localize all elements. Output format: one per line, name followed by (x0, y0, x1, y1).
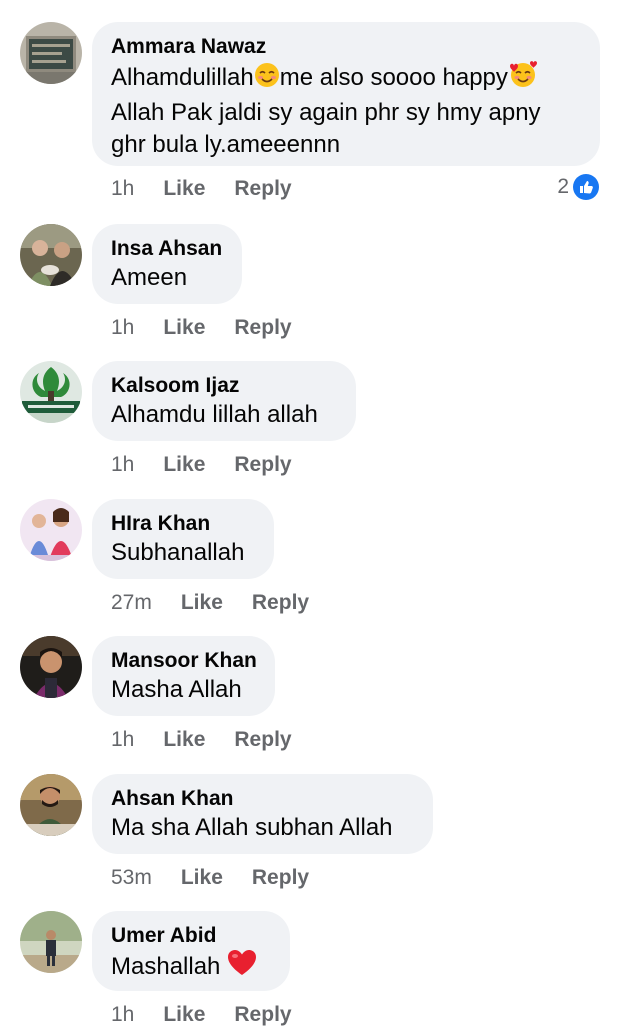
reply-button[interactable]: Reply (252, 866, 309, 890)
comment-text: Alhamdulillah me also soooo happy Allah P… (111, 60, 580, 161)
comment-bubble: Ahsan Khan Ma sha Allah subhan Allah (92, 774, 433, 854)
like-button[interactable]: Like (181, 866, 223, 890)
thumbs-up-icon (573, 174, 599, 200)
comment-actions: 1h Like Reply (111, 1003, 292, 1027)
avatar[interactable] (20, 499, 82, 561)
comment-bubble: HIra Khan Subhanallah (92, 499, 274, 579)
comment-text-part: me also soooo happy (279, 64, 508, 91)
avatar-image (20, 911, 82, 973)
avatar[interactable] (20, 636, 82, 698)
comment-text-part: Allah Pak jaldi sy again phr sy hmy apny… (111, 99, 541, 158)
comment-text-part: Mashallah (111, 953, 221, 980)
comment-text: Alhamdu lillah allah (111, 401, 318, 428)
reply-button[interactable]: Reply (234, 728, 291, 752)
comment-bubble: Mansoor Khan Masha Allah (92, 636, 275, 716)
avatar[interactable] (20, 22, 82, 84)
comment-text-part: Alhamdulillah (111, 64, 254, 91)
comment-bubble: Ammara Nawaz Alhamdulillah me also soooo … (92, 22, 600, 166)
comment-timestamp[interactable]: 27m (111, 591, 152, 615)
reply-button[interactable]: Reply (234, 316, 291, 340)
comment-bubble: Insa Ahsan Ameen (92, 224, 242, 304)
comment-actions: 53m Like Reply (111, 866, 309, 890)
reply-button[interactable]: Reply (252, 591, 309, 615)
comment-actions: 1h Like Reply (111, 728, 292, 752)
smiling-face-icon (254, 62, 280, 97)
reply-button[interactable]: Reply (234, 453, 291, 477)
like-button[interactable]: Like (181, 591, 223, 615)
avatar[interactable] (20, 224, 82, 286)
avatar-image (20, 224, 82, 286)
reply-button[interactable]: Reply (234, 1003, 291, 1027)
avatar-image (20, 361, 82, 423)
avatar[interactable] (20, 774, 82, 836)
comment-bubble: Umer Abid Mashallah (92, 911, 290, 991)
red-heart-icon (227, 949, 257, 986)
comment-text: Subhanallah (111, 539, 245, 566)
comment-text: Mashallah (111, 949, 270, 986)
comment-timestamp[interactable]: 53m (111, 866, 152, 890)
comment-author[interactable]: Insa Ahsan (111, 236, 222, 262)
comment-actions: 1h Like Reply (111, 316, 292, 340)
like-button[interactable]: Like (163, 177, 205, 201)
previous-comment-clipped (292, 0, 322, 4)
comment-timestamp[interactable]: 1h (111, 728, 134, 752)
like-button[interactable]: Like (163, 728, 205, 752)
comment-bubble: Kalsoom Ijaz Alhamdu lillah allah (92, 361, 356, 441)
comment-author[interactable]: Ammara Nawaz (111, 34, 580, 60)
like-button[interactable]: Like (163, 453, 205, 477)
comment-author[interactable]: Kalsoom Ijaz (111, 373, 336, 399)
reply-button[interactable]: Reply (234, 177, 291, 201)
smiling-face-with-hearts-icon (508, 60, 538, 97)
comment-text: Ma sha Allah subhan Allah (111, 814, 393, 841)
comment-text: Masha Allah (111, 676, 242, 703)
comment-actions: 1h Like Reply (111, 177, 292, 201)
comment-text: Ameen (111, 264, 188, 291)
avatar[interactable] (20, 361, 82, 423)
avatar[interactable] (20, 911, 82, 973)
reaction-summary[interactable]: 2 (557, 174, 599, 200)
comment-timestamp[interactable]: 1h (111, 177, 134, 201)
comment-actions: 1h Like Reply (111, 453, 292, 477)
comment-timestamp[interactable]: 1h (111, 316, 134, 340)
comment-author[interactable]: Mansoor Khan (111, 648, 257, 674)
like-button[interactable]: Like (163, 316, 205, 340)
comment-timestamp[interactable]: 1h (111, 453, 134, 477)
comment-author[interactable]: Umer Abid (111, 923, 270, 949)
avatar-image (20, 499, 82, 561)
comment-author[interactable]: Ahsan Khan (111, 786, 413, 812)
avatar-image (20, 22, 82, 84)
comment-actions: 27m Like Reply (111, 591, 309, 615)
avatar-image (20, 636, 82, 698)
comment-timestamp[interactable]: 1h (111, 1003, 134, 1027)
reaction-count: 2 (557, 175, 569, 198)
avatar-image (20, 774, 82, 836)
comment-author[interactable]: HIra Khan (111, 511, 254, 537)
like-button[interactable]: Like (163, 1003, 205, 1027)
